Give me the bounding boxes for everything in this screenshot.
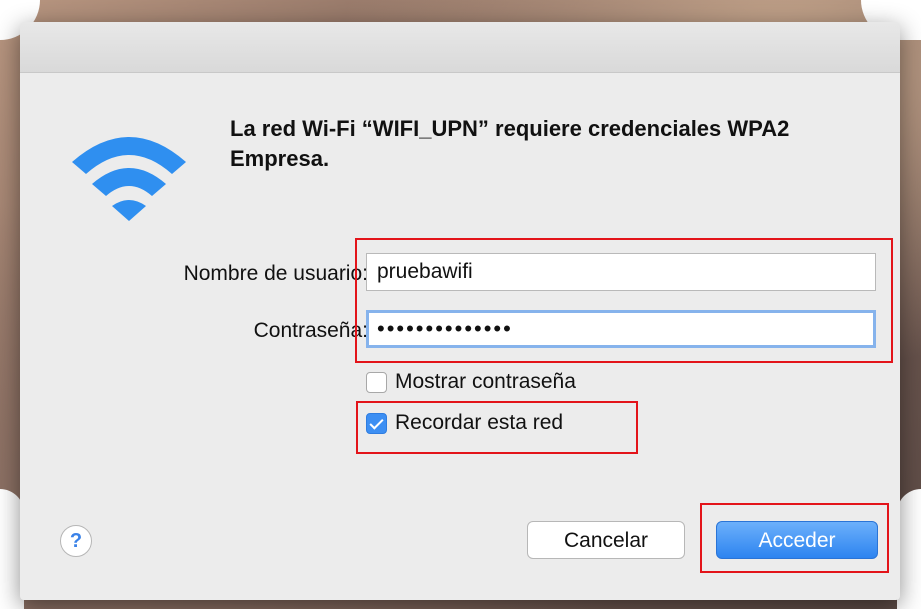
annotation-highlight-acceder <box>700 503 889 573</box>
annotation-highlight-remember <box>356 401 638 454</box>
password-label: Contraseña: <box>253 319 368 342</box>
help-icon[interactable]: ? <box>60 525 92 557</box>
dialog-titlebar <box>20 22 900 73</box>
show-password-label: Mostrar contraseña <box>395 370 576 393</box>
dialog-title: La red Wi-Fi “WIFI_UPN” requiere credenc… <box>230 116 790 171</box>
wifi-credentials-dialog: La red Wi-Fi “WIFI_UPN” requiere credenc… <box>20 22 900 600</box>
cancel-button[interactable]: Cancelar <box>527 521 685 559</box>
annotation-highlight-credentials <box>355 238 893 363</box>
show-password-checkbox[interactable] <box>366 371 387 393</box>
username-label: Nombre de usuario: <box>183 262 368 285</box>
show-password-option[interactable]: Mostrar contraseña <box>366 370 576 394</box>
frame-corner <box>897 489 921 609</box>
wifi-icon <box>72 137 186 221</box>
